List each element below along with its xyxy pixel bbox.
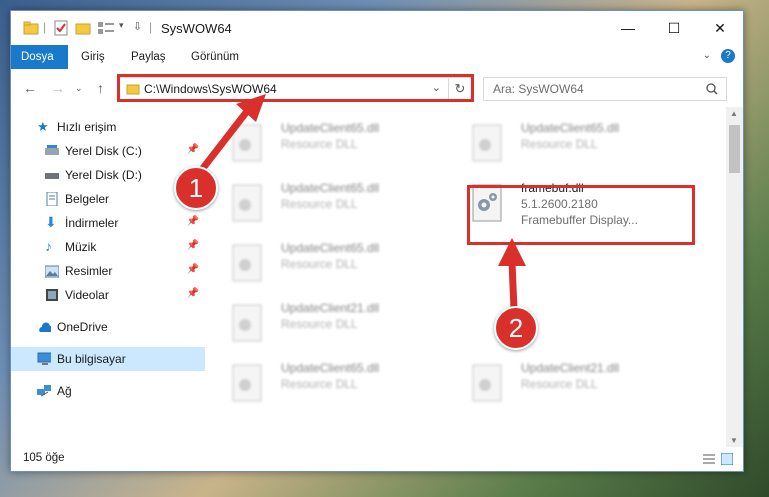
arrow-to-address	[197, 107, 251, 175]
annotation-arrows	[197, 94, 526, 311]
step-badge-1: 1	[174, 166, 218, 210]
arrow-head-file	[498, 238, 526, 266]
arrow-to-file	[508, 261, 518, 311]
step-badge-2: 2	[494, 306, 538, 350]
